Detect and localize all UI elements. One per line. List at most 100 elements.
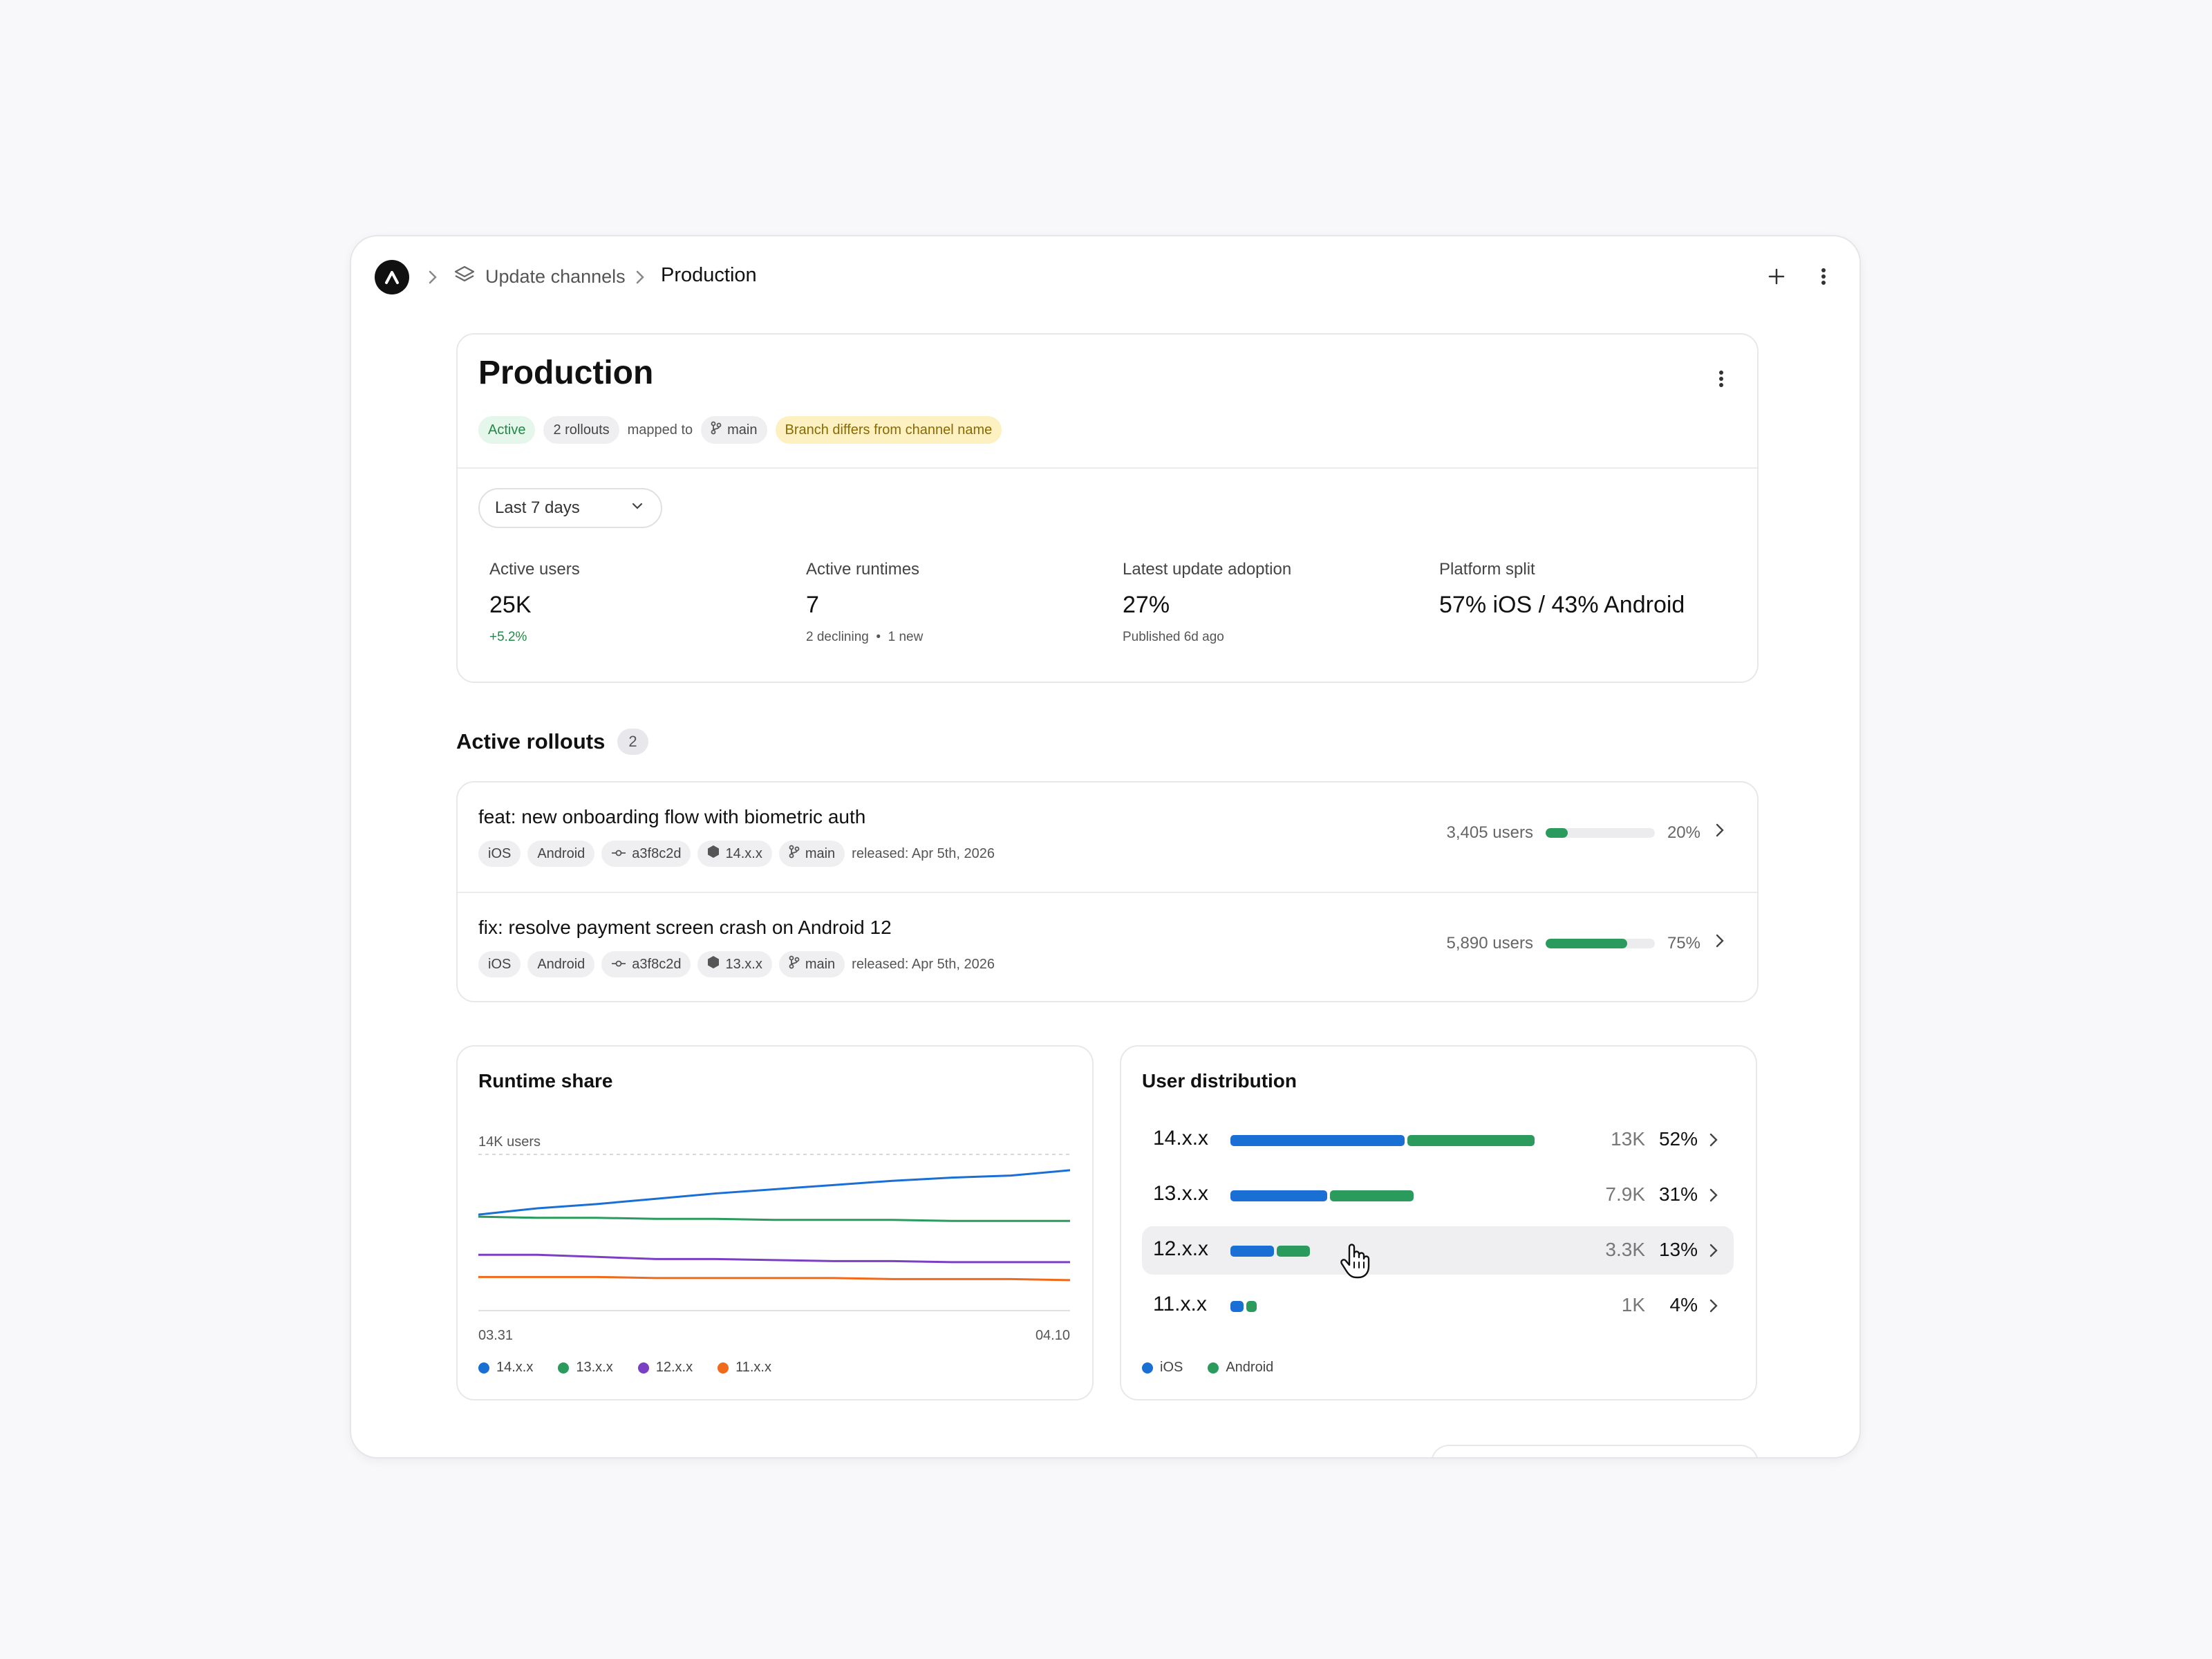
platform-bar [1230, 1135, 1535, 1146]
user-percent: 13% [1658, 1239, 1698, 1260]
git-branch-icon [711, 421, 722, 439]
hand-pointer-cursor-icon [1340, 1243, 1370, 1282]
legend-item: 11.x.x [718, 1360, 771, 1376]
legend-label: 12.x.x [655, 1360, 693, 1375]
user-count: 13K [1611, 1128, 1645, 1150]
user-count: 1K [1621, 1294, 1645, 1315]
legend-label: 11.x.x [735, 1360, 771, 1375]
distribution-row[interactable]: 14.x.x 13K 52% [1142, 1116, 1734, 1164]
android-bar [1407, 1135, 1535, 1146]
legend-item: iOS [1142, 1360, 1183, 1376]
metric-value: 25K [489, 592, 532, 618]
runtime-cube-icon [707, 955, 720, 973]
user-percent: 31% [1658, 1183, 1698, 1205]
add-button[interactable] [1761, 261, 1792, 292]
time-range-select[interactable]: Last 7 days [478, 488, 662, 528]
status-badge: Active [478, 416, 536, 444]
series-line-11-x-x [478, 1275, 1071, 1282]
top-actions [1761, 261, 1839, 292]
platform-bar [1230, 1246, 1311, 1257]
ios-bar [1230, 1246, 1274, 1257]
android-bar [1246, 1301, 1257, 1312]
rollout-row[interactable]: fix: resolve payment screen crash on And… [458, 892, 1757, 1001]
release-date: released: Apr 5th, 2026 [852, 845, 995, 861]
commit-badge: a3f8c2d [601, 951, 691, 977]
rollout-percent: 75% [1667, 933, 1700, 953]
section-title: Active rollouts [456, 729, 606, 753]
commit-hash: a3f8c2d [632, 845, 682, 861]
user-count: 3.3K [1605, 1239, 1645, 1260]
user-percent: 52% [1658, 1128, 1698, 1150]
git-branch-icon [789, 845, 800, 863]
commit-badge: a3f8c2d [601, 841, 691, 867]
android-bar [1330, 1190, 1414, 1201]
runtime-label: 12.x.x [1153, 1237, 1209, 1260]
runtime-badge: 13.x.x [697, 951, 772, 977]
legend-item: 12.x.x [637, 1360, 693, 1376]
user-distribution-card: User distribution 14.x.x 13K 52% 13.x.x … [1120, 1045, 1757, 1400]
legend-item: 13.x.x [558, 1360, 613, 1376]
branch-name: main [805, 956, 836, 972]
ios-bar [1230, 1135, 1405, 1146]
metric-platform-split: Platform split 57% iOS / 43% Android [1439, 560, 1743, 619]
metric-value: 7 [806, 592, 819, 618]
commit-hash: a3f8c2d [632, 956, 682, 972]
metric-active-users: Active users 25K +5.2% [489, 560, 794, 645]
app-window: Update channels Production Production Ac… [350, 235, 1861, 1459]
layers-icon [453, 264, 476, 290]
card-title: User distribution [1142, 1070, 1297, 1091]
runtime-badge: 14.x.x [697, 841, 772, 867]
runtime-version: 13.x.x [725, 956, 762, 972]
series-line-13-x-x [478, 1215, 1070, 1222]
distribution-row[interactable]: 11.x.x 1K 4% [1142, 1282, 1734, 1330]
platform-badge: iOS [478, 951, 521, 977]
legend-item: 14.x.x [478, 1360, 533, 1376]
metric-label: Latest update adoption [1123, 560, 1292, 579]
chevron-right-icon [1707, 1241, 1720, 1263]
page-title: Production [478, 355, 654, 391]
chevron-right-icon [1707, 1131, 1720, 1152]
rollouts-list: feat: new onboarding flow with biometric… [456, 781, 1759, 1002]
branch-badge[interactable]: main [701, 416, 767, 444]
time-range-value: Last 7 days [495, 498, 580, 517]
chevron-right-icon [1707, 1186, 1720, 1208]
card-title: Runtime share [478, 1070, 613, 1091]
branch-name: main [727, 422, 758, 438]
platform-badge: Android [527, 841, 595, 867]
distribution-row[interactable]: 12.x.x 3.3K 13% [1142, 1226, 1734, 1279]
offscreen-card-edge [1431, 1445, 1759, 1457]
progress-fill [1545, 827, 1568, 838]
ios-bar [1230, 1301, 1244, 1312]
distribution-row[interactable]: 13.x.x 7.9K 31% [1142, 1171, 1734, 1219]
app-logo-icon[interactable] [375, 260, 409, 294]
legend-label: 14.x.x [496, 1360, 534, 1375]
legend-dot [478, 1362, 489, 1374]
platform-badge: Android [527, 951, 595, 977]
rollout-tags: iOS Android a3f8c2d 13.x.x main released… [478, 951, 995, 977]
runtime-share-chart: 14K users 03.31 04.10 [478, 1134, 1071, 1343]
rollouts-count: 2 [617, 729, 648, 755]
runtime-label: 14.x.x [1153, 1127, 1209, 1150]
runtime-legend: 14.x.x 13.x.x 12.x.x 11.x.x [478, 1360, 771, 1376]
chevron-right-icon [1707, 1297, 1720, 1318]
chevron-right-icon [424, 267, 441, 288]
rollout-row[interactable]: feat: new onboarding flow with biometric… [458, 782, 1757, 892]
rollout-progress: 5,890 users 75% [1447, 932, 1727, 955]
runtime-label: 11.x.x [1153, 1293, 1207, 1315]
metric-label: Platform split [1439, 560, 1535, 579]
metric-label: Active runtimes [806, 560, 920, 579]
legend-label: iOS [1160, 1360, 1183, 1375]
channel-tags: Active 2 rollouts mapped to main Branch … [478, 416, 1002, 444]
breadcrumb-label: Update channels [485, 266, 626, 287]
more-options-icon[interactable] [1808, 261, 1839, 292]
branch-warning-badge: Branch differs from channel name [775, 416, 1002, 444]
runtime-version: 14.x.x [725, 845, 762, 861]
legend-dot [1208, 1362, 1219, 1374]
branch-badge: main [778, 951, 845, 977]
top-bar: Update channels Production [351, 236, 1859, 319]
breadcrumb-update-channels[interactable]: Update channels [453, 264, 626, 290]
user-count: 7.9K [1605, 1183, 1645, 1205]
commit-icon [611, 846, 626, 862]
distribution-legend: iOS Android [1142, 1360, 1273, 1376]
channel-menu-icon[interactable] [1706, 364, 1736, 394]
